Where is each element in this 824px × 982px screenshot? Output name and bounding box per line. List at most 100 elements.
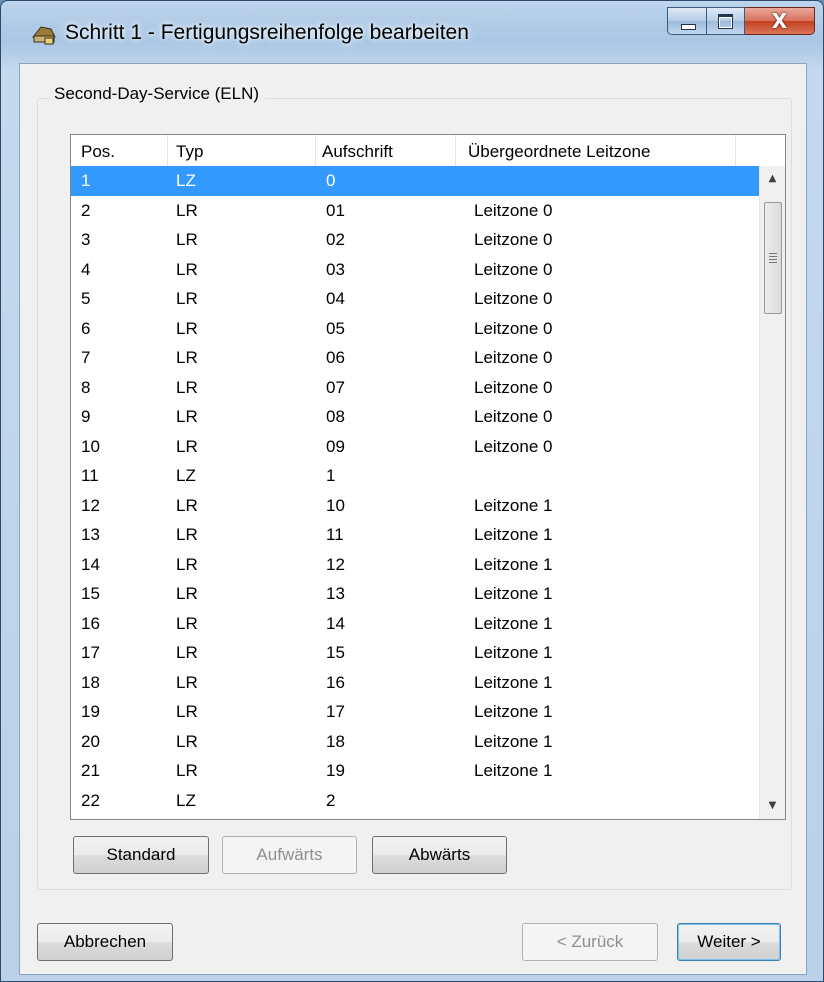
grip-icon — [769, 253, 777, 263]
scroll-up-arrow-icon[interactable]: ▲ — [760, 166, 785, 192]
cell-leitzone: Leitzone 1 — [474, 525, 553, 544]
table-row[interactable]: 12 LR 10 Leitzone 1 — [71, 491, 761, 521]
table-row[interactable]: 18 LR 16 Leitzone 1 — [71, 668, 761, 698]
cell-typ: LR — [176, 377, 198, 397]
table-row[interactable]: 11 LZ 1 — [71, 461, 761, 491]
cell-leitzone: Leitzone 1 — [474, 495, 553, 515]
cell-pos: 2 — [81, 200, 91, 220]
cell-typ: LR — [176, 761, 198, 780]
table-row[interactable]: 3 LR 02 Leitzone 0 — [71, 225, 761, 255]
next-button[interactable]: Weiter > — [677, 923, 781, 961]
column-header-typ[interactable]: Typ — [168, 135, 316, 166]
table-row[interactable]: 6 LR 05 Leitzone 0 — [71, 314, 761, 344]
order-list[interactable]: Pos. Typ Aufschrift Übergeordnete Leitzo… — [70, 134, 786, 820]
cell-pos: 8 — [81, 377, 91, 397]
close-icon: X — [771, 9, 788, 33]
cell-typ: LR — [176, 436, 198, 456]
move-down-button-label: Abwärts — [408, 845, 471, 864]
cell-pos: 17 — [81, 643, 100, 662]
table-row[interactable]: 17 LR 15 Leitzone 1 — [71, 638, 761, 668]
cell-pos: 5 — [81, 289, 91, 308]
table-row[interactable]: 15 LR 13 Leitzone 1 — [71, 579, 761, 609]
cell-aufschrift: 15 — [326, 643, 345, 662]
column-header-pos[interactable]: Pos. — [71, 135, 168, 166]
cell-aufschrift: 19 — [326, 761, 345, 780]
cell-leitzone: Leitzone 0 — [474, 377, 553, 397]
cancel-button[interactable]: Abbrechen — [37, 923, 173, 961]
cell-leitzone: Leitzone 0 — [474, 407, 553, 426]
cell-aufschrift: 05 — [326, 318, 345, 338]
cell-pos: 10 — [81, 436, 100, 456]
table-row[interactable]: 8 LR 07 Leitzone 0 — [71, 373, 761, 403]
cell-leitzone: Leitzone 0 — [474, 200, 553, 220]
cell-typ: LR — [176, 525, 198, 544]
cell-leitzone: Leitzone 1 — [474, 731, 553, 751]
scroll-down-arrow-icon[interactable]: ▼ — [760, 793, 785, 819]
table-row[interactable]: 22 LZ 2 — [71, 786, 761, 816]
maximize-button[interactable] — [707, 7, 745, 35]
table-row[interactable]: 16 LR 14 Leitzone 1 — [71, 609, 761, 639]
cell-typ: LZ — [176, 171, 196, 190]
table-row[interactable]: 4 LR 03 Leitzone 0 — [71, 255, 761, 285]
table-row[interactable]: 19 LR 17 Leitzone 1 — [71, 697, 761, 727]
cell-aufschrift: 04 — [326, 289, 345, 308]
standard-button[interactable]: Standard — [73, 836, 209, 874]
back-button[interactable]: < Zurück — [522, 923, 658, 961]
cell-typ: LR — [176, 554, 198, 574]
table-row[interactable]: 13 LR 11 Leitzone 1 — [71, 520, 761, 550]
cell-leitzone: Leitzone 0 — [474, 318, 553, 338]
cell-typ: LR — [176, 613, 198, 633]
cell-pos: 19 — [81, 702, 100, 721]
cell-leitzone: Leitzone 1 — [474, 584, 553, 603]
cell-pos: 1 — [81, 171, 91, 190]
cell-leitzone: Leitzone 1 — [474, 702, 553, 721]
column-header-aufschrift[interactable]: Aufschrift — [316, 135, 456, 166]
cell-typ: LR — [176, 289, 198, 308]
table-row[interactable]: 10 LR 09 Leitzone 0 — [71, 432, 761, 462]
maximize-icon — [718, 14, 733, 29]
table-row[interactable]: 21 LR 19 Leitzone 1 — [71, 756, 761, 786]
cell-typ: LR — [176, 348, 198, 367]
table-row[interactable]: 14 LR 12 Leitzone 1 — [71, 550, 761, 580]
cell-aufschrift: 06 — [326, 348, 345, 367]
cell-pos: 21 — [81, 761, 100, 780]
list-header: Pos. Typ Aufschrift Übergeordnete Leitzo… — [71, 135, 761, 167]
cell-typ: LR — [176, 643, 198, 662]
cell-typ: LR — [176, 702, 198, 721]
close-button[interactable]: X — [745, 7, 815, 35]
cell-leitzone: Leitzone 0 — [474, 289, 553, 308]
cell-leitzone: Leitzone 0 — [474, 436, 553, 456]
minimize-button[interactable] — [667, 7, 707, 35]
cell-typ: LZ — [176, 466, 196, 485]
cell-typ: LR — [176, 230, 198, 249]
cell-aufschrift: 13 — [326, 584, 345, 603]
minimize-icon — [681, 24, 696, 30]
table-row[interactable]: 20 LR 18 Leitzone 1 — [71, 727, 761, 757]
scroll-thumb[interactable] — [764, 202, 782, 314]
cell-pos: 18 — [81, 672, 100, 692]
table-row[interactable]: 2 LR 01 Leitzone 0 — [71, 196, 761, 226]
cell-aufschrift: 07 — [326, 377, 345, 397]
move-down-button[interactable]: Abwärts — [372, 836, 507, 874]
table-row[interactable]: 5 LR 04 Leitzone 0 — [71, 284, 761, 314]
cell-typ: LR — [176, 495, 198, 515]
cell-leitzone: Leitzone 1 — [474, 643, 553, 662]
cell-pos: 12 — [81, 495, 100, 515]
caption-buttons: X — [667, 7, 815, 37]
table-row[interactable]: 9 LR 08 Leitzone 0 — [71, 402, 761, 432]
cell-aufschrift: 08 — [326, 407, 345, 426]
cell-leitzone: Leitzone 0 — [474, 259, 553, 279]
wizard-hat-icon — [31, 26, 56, 45]
cancel-button-label: Abbrechen — [63, 932, 147, 951]
cell-aufschrift: 17 — [326, 702, 345, 721]
table-row[interactable]: 7 LR 06 Leitzone 0 — [71, 343, 761, 373]
cell-aufschrift: 0 — [326, 171, 336, 190]
move-up-button[interactable]: Aufwärts — [222, 836, 357, 874]
vertical-scrollbar[interactable]: ▲ ▼ — [759, 166, 785, 819]
cell-pos: 14 — [81, 554, 100, 574]
title-bar[interactable]: Schritt 1 - Fertigungsreihenfolge bearbe… — [1, 1, 823, 63]
cell-aufschrift: 03 — [326, 259, 345, 279]
table-row[interactable]: 1 LZ 0 — [71, 166, 761, 196]
dialog-client-area: Second-Day-Service (ELN) Pos. Typ Aufsch… — [19, 63, 807, 975]
column-header-leitzone[interactable]: Übergeordnete Leitzone — [456, 135, 736, 166]
